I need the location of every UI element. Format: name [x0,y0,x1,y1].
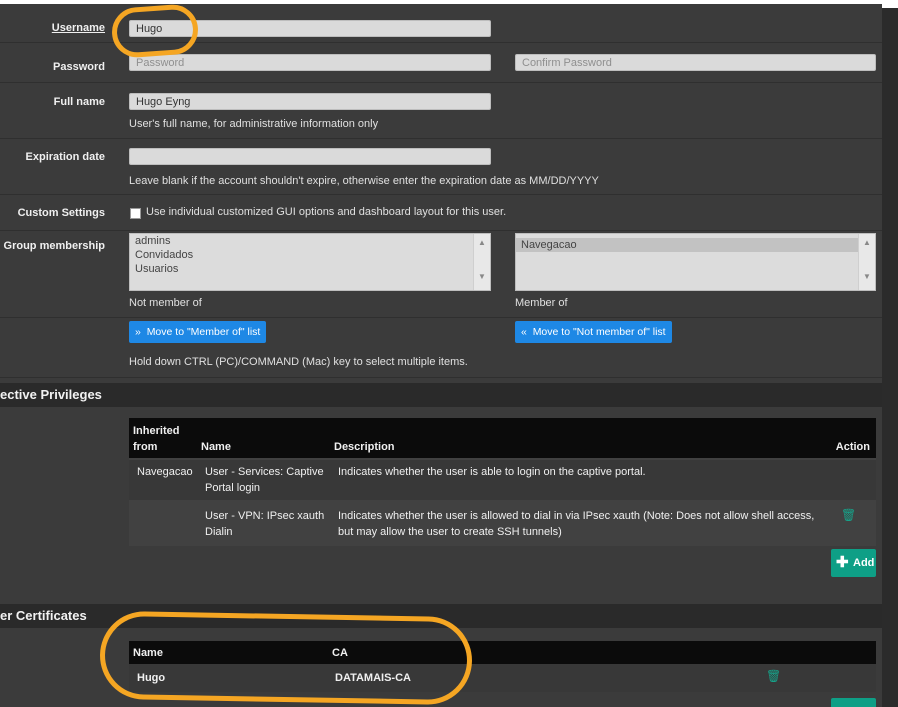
multi-select-help: Hold down CTRL (PC)/COMMAND (Mac) key to… [129,356,468,368]
group-option[interactable]: Convidados [130,248,490,262]
password-input[interactable]: Password [129,54,491,71]
not-member-of-listbox[interactable]: admins Convidados Usuarios ▲ ▼ [129,233,491,291]
cert-name-cell: Hugo [137,672,166,684]
expiration-help: Leave blank if the account shouldn't exp… [129,175,599,187]
username-row: Username Hugo [0,4,882,43]
col-name: Name [201,441,231,453]
privilege-description-cell: Indicates whether the user is allowed to… [338,508,814,540]
not-member-of-caption: Not member of [129,297,202,309]
privilege-name-line2: Portal login [205,482,261,494]
move-to-not-member-button[interactable]: « Move to "Not member of" list [515,321,672,343]
col-inherited-from-line1: Inherited [133,425,180,437]
move-to-not-member-label: Move to "Not member of" list [532,326,666,338]
user-certificates-header: er Certificates [0,604,882,628]
add-privilege-button[interactable]: ✚ Add [831,549,876,577]
table-row: Hugo DATAMAIS-CA 🗑 [129,664,876,692]
col-description: Description [334,441,395,453]
password-label: Password [53,61,105,73]
listbox-scrollbar[interactable]: ▲ ▼ [858,234,875,290]
fullname-label: Full name [53,96,105,108]
fullname-input[interactable]: Hugo Eyng [129,93,491,110]
privilege-description-line1: Indicates whether the user is allowed to… [338,510,815,522]
custom-settings-checkbox[interactable] [130,208,141,219]
scroll-area [882,8,898,707]
add-label: Add [853,557,875,569]
privilege-name-line1: User - Services: Captive [205,466,324,478]
group-option[interactable]: Usuarios [130,262,490,276]
privileges-table-header: Inherited from Name Description Action [129,418,876,458]
col-cert-ca: CA [332,647,348,659]
table-row: User - VPN: IPsec xauth Dialin Indicates… [129,504,876,546]
member-of-listbox[interactable]: Navegacao ▲ ▼ [515,233,876,291]
member-of-caption: Member of [515,297,568,309]
inherited-from-cell: Navegacao [137,466,193,478]
double-chevron-left-icon: « [521,326,527,338]
custom-settings-label: Custom Settings [17,207,105,219]
group-membership-label: Group membership [3,240,105,252]
privileges-table: Inherited from Name Description Action N… [129,418,876,504]
fullname-row: Full name Hugo Eyng User's full name, fo… [0,82,882,139]
move-to-member-label: Move to "Member of" list [146,326,261,338]
trash-icon[interactable]: 🗑 [841,508,856,522]
section-title: er Certificates [0,608,87,623]
fullname-help: User's full name, for administrative inf… [129,118,379,130]
user-edit-panel: Username Hugo Password Password Confirm … [0,4,882,707]
expiration-label: Expiration date [25,151,105,163]
privilege-description-cell: Indicates whether the user is able to lo… [338,466,646,478]
certificates-table-header: Name CA [129,641,876,664]
expiration-row: Expiration date Leave blank if the accou… [0,138,882,195]
group-membership-row: Group membership admins Convidados Usuar… [0,230,882,318]
listbox-scrollbar[interactable]: ▲ ▼ [473,234,490,290]
add-certificate-button[interactable] [831,698,876,707]
username-input[interactable]: Hugo [129,20,491,37]
effective-privileges-header: ective Privileges [0,383,882,407]
custom-settings-checkbox-label: Use individual customized GUI options an… [146,206,507,218]
password-row: Password Password Confirm Password [0,42,882,83]
col-cert-name: Name [133,647,163,659]
move-to-member-button[interactable]: » Move to "Member of" list [129,321,267,343]
col-inherited-from: Inherited from [133,423,179,455]
double-chevron-right-icon: » [135,326,141,338]
plus-icon: ✚ [836,554,849,571]
expiration-input[interactable] [129,148,491,165]
section-title: ective Privileges [0,387,102,402]
move-buttons-row: » Move to "Member of" list « Move to "No… [0,317,882,378]
privilege-name-cell: User - VPN: IPsec xauth Dialin [205,508,324,540]
privilege-description-line2: but may allow the user to create SSH tun… [338,526,562,538]
custom-settings-row: Custom Settings Use individual customize… [0,194,882,231]
table-row: Navegacao User - Services: Captive Porta… [129,460,876,500]
confirm-password-input[interactable]: Confirm Password [515,54,876,71]
cert-ca-cell: DATAMAIS-CA [335,672,411,684]
privilege-name-cell: User - Services: Captive Portal login [205,464,324,496]
col-inherited-from-line2: from [133,441,158,453]
trash-icon[interactable]: 🗑 [766,669,781,683]
privilege-name-line2: Dialin [205,526,233,538]
group-option[interactable]: Navegacao [516,238,875,252]
col-action: Action [835,441,870,453]
username-label: Username [51,22,105,34]
group-option[interactable]: admins [130,234,490,248]
privilege-name-line1: User - VPN: IPsec xauth [205,510,325,522]
